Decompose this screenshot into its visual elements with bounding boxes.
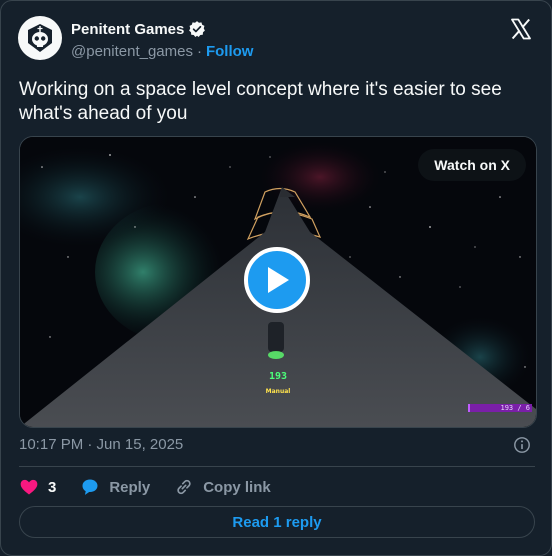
follow-button[interactable]: Follow xyxy=(206,43,254,60)
tweet-text: Working on a space level concept where i… xyxy=(19,79,502,124)
author-avatar[interactable] xyxy=(18,16,62,60)
like-count: 3 xyxy=(48,478,57,496)
game-mode-label: Manual xyxy=(265,388,291,395)
comment-bubble-icon xyxy=(82,479,98,495)
author-name[interactable]: Penitent Games xyxy=(71,21,184,38)
play-icon xyxy=(268,267,289,293)
verified-badge-icon xyxy=(189,21,206,37)
like-button[interactable]: 3 xyxy=(19,477,56,497)
play-button[interactable] xyxy=(244,247,310,313)
tweet-card: Penitent Games @penitent_games · Follow … xyxy=(0,0,552,556)
reply-label: Reply xyxy=(109,478,151,496)
author-name-row: Penitent Games xyxy=(71,20,206,38)
author-handle[interactable]: @penitent_games xyxy=(71,43,193,60)
link-icon xyxy=(177,479,191,495)
timestamp[interactable]: 10:17 PM · Jun 15, 2025 xyxy=(19,436,183,453)
x-logo-icon[interactable] xyxy=(509,17,533,41)
game-score-label: 193 xyxy=(268,371,288,382)
info-icon[interactable] xyxy=(513,436,531,454)
read-replies-label: Read 1 reply xyxy=(232,513,322,531)
copy-link-label: Copy link xyxy=(203,478,271,496)
heart-icon xyxy=(20,479,38,495)
author-handle-row: @penitent_games · Follow xyxy=(71,43,253,60)
game-progress-bar: 193 / 6 xyxy=(468,404,532,412)
separator-dot: · xyxy=(196,43,202,60)
read-replies-button[interactable]: Read 1 reply xyxy=(19,506,535,538)
video-player[interactable]: Watch on X 193 Manual 193 / 6 xyxy=(19,136,537,428)
skull-logo-icon xyxy=(28,24,52,52)
reply-button[interactable]: Reply xyxy=(80,477,150,497)
action-bar: 3 Reply Copy link xyxy=(19,476,271,498)
copy-link-button[interactable]: Copy link xyxy=(174,477,271,497)
divider xyxy=(19,466,535,467)
watch-on-x-button[interactable]: Watch on X xyxy=(418,149,526,181)
